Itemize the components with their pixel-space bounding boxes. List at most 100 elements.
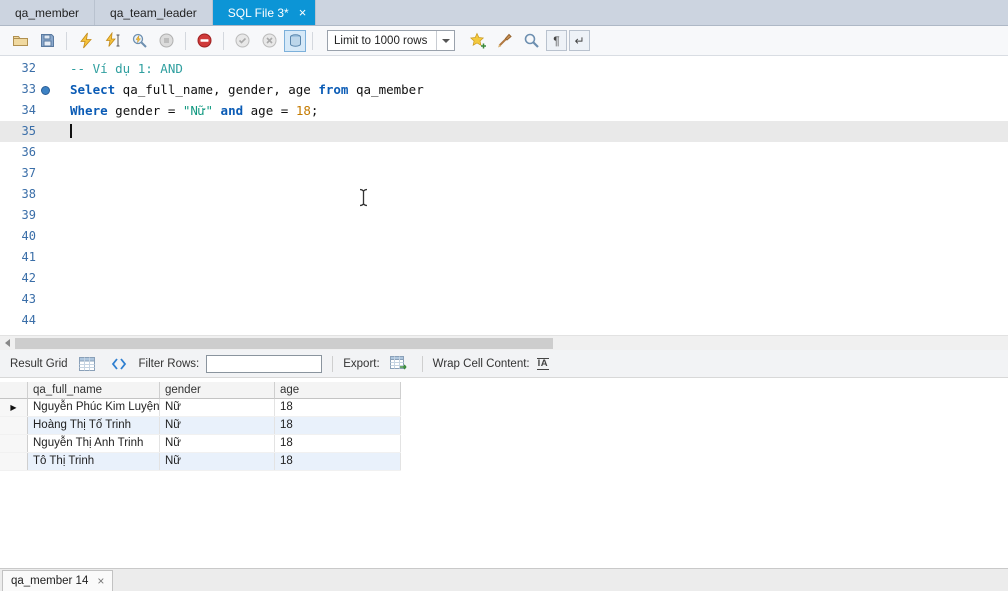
grid-view-icon[interactable] (75, 352, 100, 376)
tab-qa-member-14[interactable]: qa_member 14 × (2, 570, 114, 591)
row-selector[interactable] (0, 435, 28, 452)
cell[interactable]: Nguyễn Thị Anh Trinh (28, 435, 160, 452)
select-all-corner[interactable] (0, 382, 28, 399)
tab-sql-file-3[interactable]: SQL File 3* × (212, 0, 317, 25)
current-row-arrow-icon: ▶ (10, 402, 17, 412)
filter-rows-input[interactable] (206, 354, 323, 373)
chevron-down-icon (436, 31, 454, 50)
explain-plan-icon[interactable] (127, 29, 152, 53)
editor-line[interactable]: 43 (0, 289, 1008, 310)
cell[interactable]: Nữ (160, 399, 275, 416)
toggle-stop-on-error-icon[interactable] (192, 29, 217, 53)
editor-line[interactable]: 40 (0, 226, 1008, 247)
cell[interactable]: 18 (275, 435, 401, 452)
editor-line[interactable]: 36 (0, 142, 1008, 163)
cell[interactable]: 18 (275, 453, 401, 470)
editor-line[interactable]: 34 Where gender = "Nữ" and age = 18; (0, 100, 1008, 121)
rollback-icon[interactable] (257, 29, 282, 53)
wrap-cell-content-icon[interactable]: IA (536, 357, 550, 370)
cell[interactable]: Hoàng Thị Tố Trinh (28, 417, 160, 434)
toggle-autocommit-icon[interactable] (284, 29, 306, 52)
column-header-qa_full_name[interactable]: qa_full_name (28, 382, 160, 399)
table-row[interactable]: Tô Thị Trinh Nữ 18 (0, 453, 401, 471)
cell[interactable]: Nguyễn Phúc Kim Luyện (28, 399, 160, 416)
left-triangle-icon (5, 339, 10, 347)
close-icon[interactable]: × (97, 575, 104, 587)
marker-space (36, 205, 54, 226)
result-table: qa_full_name gender age ▶ Nguyễn Phúc Kim L… (0, 382, 401, 471)
code-segment: "Nữ" (182, 103, 214, 118)
editor-line[interactable]: 42 (0, 268, 1008, 289)
column-header-age[interactable]: age (275, 382, 401, 399)
marker-space (36, 247, 54, 268)
column-header-gender[interactable]: gender (160, 382, 275, 399)
double-chevron-icon[interactable] (107, 352, 132, 376)
sql-editor[interactable]: 32 -- Ví dụ 1: AND 33 Select qa_full_name, … (0, 56, 1008, 335)
editor-line[interactable]: 33 Select qa_full_name, gender, age from … (0, 79, 1008, 100)
save-script-icon[interactable] (35, 29, 60, 53)
find-icon[interactable] (519, 29, 544, 53)
wrap-text-icon[interactable]: ↵ (569, 30, 590, 51)
tab-qa-team-leader[interactable]: qa_team_leader (95, 0, 213, 25)
execute-icon[interactable] (73, 29, 98, 53)
invisible-characters-icon[interactable]: ¶ (546, 30, 567, 51)
export-icon[interactable] (387, 352, 412, 376)
export-label: Export: (343, 357, 380, 370)
tab-label: qa_member (15, 5, 80, 20)
beautify-icon[interactable] (492, 29, 517, 53)
editor-hscrollbar[interactable] (0, 335, 1008, 350)
code-segment: and (220, 103, 244, 118)
editor-line[interactable]: 41 (0, 247, 1008, 268)
cell[interactable]: Nữ (160, 435, 275, 452)
execute-current-statement-icon[interactable] (100, 29, 125, 53)
editor-line[interactable]: 44 (0, 310, 1008, 331)
pilcrow-glyph: ¶ (553, 33, 560, 48)
row-selector[interactable]: ▶ (0, 399, 28, 416)
cell[interactable]: 18 (275, 399, 401, 416)
editor-line[interactable]: 32 -- Ví dụ 1: AND (0, 58, 1008, 79)
open-script-icon[interactable] (8, 29, 33, 53)
code-text: -- Ví dụ 1: AND (54, 58, 183, 79)
tab-qa-member[interactable]: qa_member (0, 0, 96, 25)
stop-query-icon[interactable] (154, 29, 179, 53)
editor-line[interactable]: 38 (0, 184, 1008, 205)
close-icon[interactable]: × (299, 6, 307, 19)
tab-label: SQL File 3* (227, 5, 289, 20)
row-selector[interactable] (0, 453, 28, 470)
marker-space (36, 226, 54, 247)
cell[interactable]: Nữ (160, 417, 275, 434)
limit-rows-dropdown[interactable]: Limit to 1000 rows (327, 30, 455, 51)
cell[interactable]: Tô Thị Trinh (28, 453, 160, 470)
code-text: Select qa_full_name, gender, age from qa… (54, 79, 424, 100)
code-segment: -- Ví dụ 1: AND (70, 61, 183, 76)
toolbar-separator (66, 31, 67, 50)
editor-tabbar: qa_member qa_team_leader SQL File 3* × (0, 0, 1008, 26)
scroll-left-arrow[interactable] (0, 336, 15, 350)
limit-rows-value: Limit to 1000 rows (334, 34, 428, 47)
scrollbar-thumb[interactable] (15, 338, 553, 349)
cell[interactable]: 18 (275, 417, 401, 434)
line-number: 36 (21, 145, 36, 159)
cell[interactable]: Nữ (160, 453, 275, 470)
commit-icon[interactable] (230, 29, 255, 53)
row-selector[interactable] (0, 417, 28, 434)
table-row[interactable]: Nguyễn Thị Anh Trinh Nữ 18 (0, 435, 401, 453)
sql-editor-toolbar: Limit to 1000 rows ¶ ↵ (0, 26, 1008, 56)
table-row[interactable]: ▶ Nguyễn Phúc Kim Luyện Nữ 18 (0, 399, 401, 417)
editor-line[interactable]: 35 (0, 121, 1008, 142)
line-number: 32 (21, 61, 36, 75)
save-snippet-icon[interactable] (465, 29, 490, 53)
toolbar-separator (223, 31, 224, 50)
result-grid-toolbar: Result Grid Filter Rows: Export: Wrap Ce… (0, 350, 1008, 378)
table-row[interactable]: Hoàng Thị Tố Trinh Nữ 18 (0, 417, 401, 435)
editor-line[interactable]: 39 (0, 205, 1008, 226)
editor-line[interactable]: 37 (0, 163, 1008, 184)
code-segment: qa_full_name, gender, age (115, 82, 319, 97)
